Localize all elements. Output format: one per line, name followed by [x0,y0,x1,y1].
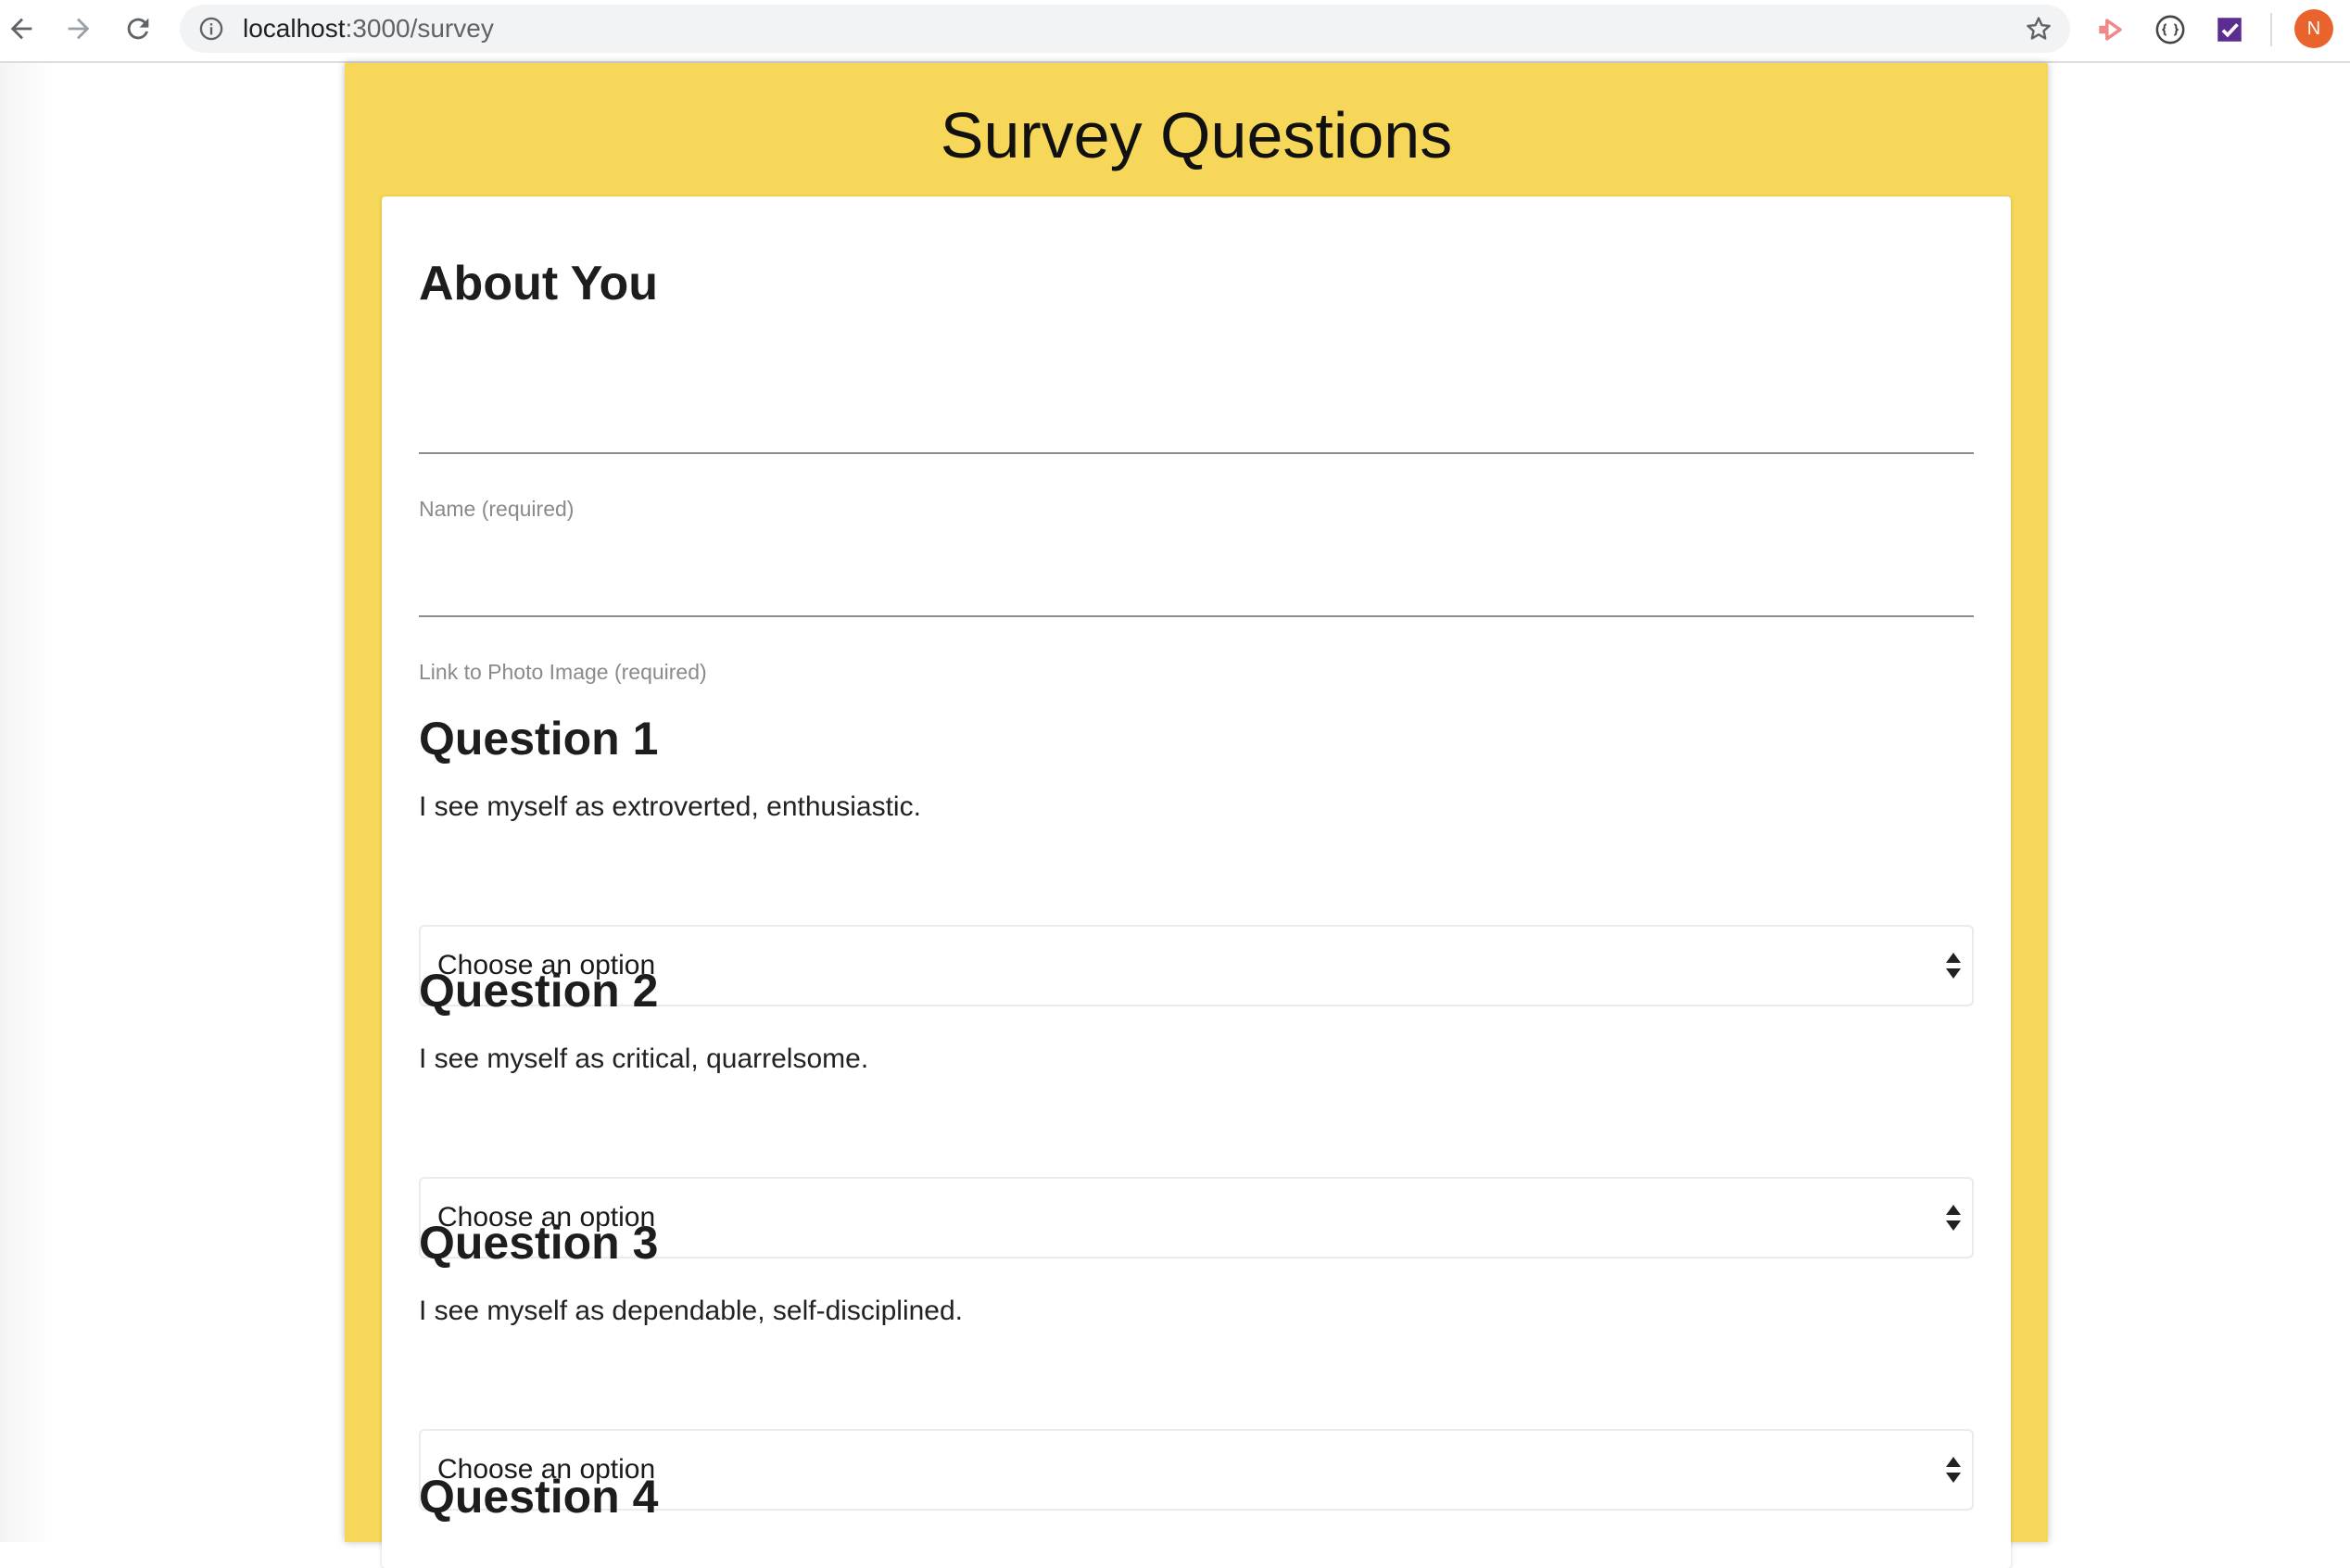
back-arrow-icon [10,18,32,40]
question-3-text: I see myself as dependable, self-discipl… [419,1296,963,1326]
question-3-title: Question 3 [419,1217,659,1269]
star-icon[interactable] [2024,14,2053,44]
photo-link-input[interactable] [419,562,1974,617]
url-host: localhost [243,14,346,43]
extension-brackets-icon [2155,15,2185,44]
forward-arrow-icon [68,18,90,40]
about-you-heading: About You [419,257,659,310]
select-arrows-icon [1946,1457,1961,1483]
select-arrows-icon [1946,1205,1961,1231]
survey-card: About You Name (required) Link to Photo … [382,196,2011,1568]
reload-button[interactable] [117,7,159,50]
reload-icon [127,18,149,40]
extension-brackets-button[interactable] [2152,11,2189,48]
survey-container: Survey Questions About You Name (require… [345,63,2048,1568]
question-2-title: Question 2 [419,965,659,1017]
extension-checkbox-icon [2217,18,2242,42]
url-path: :3000/survey [345,14,494,43]
extension-arrow-button[interactable] [2092,11,2129,48]
photo-link-label: Link to Photo Image (required) [419,660,707,684]
back-button[interactable] [0,7,43,50]
toolbar-divider [2270,13,2272,46]
address-bar[interactable]: localhost:3000/survey [180,5,2070,53]
extension-checkbox-button[interactable] [2211,11,2248,48]
question-1-text: I see myself as extroverted, enthusiasti… [419,791,921,822]
forward-button[interactable] [57,7,100,50]
extension-arrow-icon [2099,19,2122,41]
profile-avatar[interactable]: N [2294,9,2333,48]
question-4-title: Question 4 [419,1471,659,1523]
browser-toolbar: localhost:3000/survey N [0,0,2350,63]
question-1-title: Question 1 [419,713,659,765]
name-label: Name (required) [419,497,575,521]
url-text[interactable]: localhost:3000/survey [243,5,494,53]
page-title: Survey Questions [940,99,1453,171]
name-input[interactable] [419,398,1974,454]
info-icon[interactable] [198,16,224,42]
question-2-text: I see myself as critical, quarrelsome. [419,1043,869,1074]
select-arrows-icon [1946,953,1961,979]
